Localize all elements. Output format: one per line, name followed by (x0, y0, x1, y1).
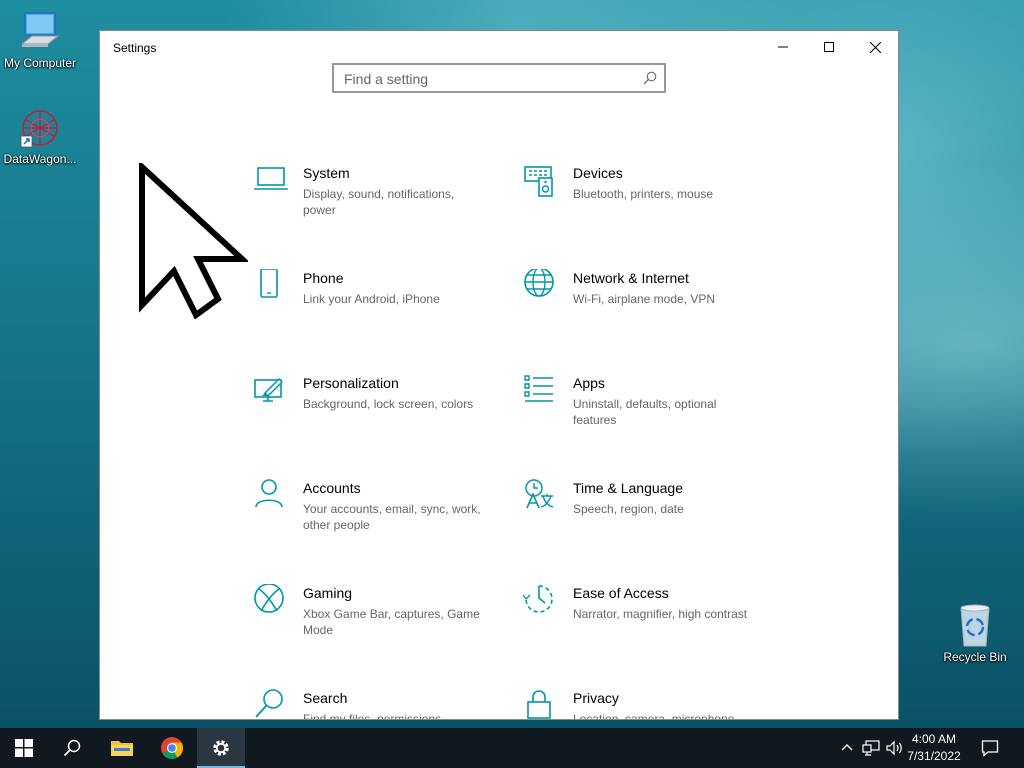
person-icon (255, 479, 283, 508)
close-icon (869, 41, 881, 53)
minimize-button[interactable] (760, 31, 806, 63)
desktop-icon-label: Recycle Bin (943, 650, 1007, 664)
category-accounts[interactable]: Accounts Your accounts, email, sync, wor… (253, 479, 503, 559)
category-name: Accounts (303, 480, 361, 496)
devices-icon (524, 166, 553, 197)
category-desc: Link your Android, iPhone (303, 292, 440, 306)
chrome-icon (161, 737, 183, 759)
search-placeholder: Find a setting (344, 71, 429, 87)
category-desc: Location, camera, microphone (573, 712, 735, 720)
category-name: Privacy (573, 690, 619, 706)
folder-icon (111, 741, 133, 756)
windows-logo-icon (15, 739, 33, 757)
desktop-icon-label: DataWagon... (3, 152, 77, 166)
category-desc: Bluetooth, printers, mouse (573, 187, 714, 201)
time-language-icon (525, 479, 554, 509)
clock-time: 4:00 AM (911, 732, 957, 746)
category-name: Devices (573, 165, 623, 181)
category-desc: Narrator, magnifier, high contrast (573, 607, 748, 621)
category-apps[interactable]: Apps Uninstall, defaults, optional featu… (523, 374, 773, 454)
category-system[interactable]: System Display, sound, notifications, po… (253, 164, 503, 244)
gear-icon (213, 740, 229, 756)
category-name: Ease of Access (573, 585, 669, 601)
action-center-button[interactable] (966, 728, 1014, 768)
title-bar[interactable]: Settings (100, 31, 898, 63)
category-gaming[interactable]: Gaming Xbox Game Bar, captures, Game Mod… (253, 584, 503, 664)
category-time-language[interactable]: Time & Language Speech, region, date (523, 479, 773, 559)
mouse-cursor-icon (139, 163, 248, 319)
category-name: Phone (303, 270, 344, 286)
desktop-icon-label: My Computer (3, 56, 77, 70)
apps-list-icon (524, 375, 553, 402)
volume-icon[interactable] (886, 740, 904, 756)
category-name: Apps (573, 375, 605, 391)
close-button[interactable] (852, 31, 898, 63)
category-name: Personalization (303, 375, 399, 391)
category-devices[interactable]: Devices Bluetooth, printers, mouse (523, 164, 773, 244)
category-search[interactable]: Search Find my files, permissions (253, 689, 503, 720)
recycle-bin-icon (960, 604, 990, 647)
globe-icon (524, 269, 554, 297)
category-desc: Background, lock screen, colors (303, 397, 474, 411)
desktop-icon-datawagon[interactable]: DataWagon... (0, 106, 80, 166)
taskbar-search-button[interactable] (48, 728, 96, 768)
phone-icon (260, 269, 278, 298)
file-explorer-button[interactable] (98, 728, 146, 768)
category-desc: Speech, region, date (573, 502, 684, 516)
settings-window: Settings Find a setting System Display, … (99, 30, 899, 720)
taskbar: 4:00 AM 7/31/2022 (0, 728, 1024, 768)
category-privacy[interactable]: Privacy Location, camera, microphone (523, 689, 773, 720)
search-icon (255, 689, 283, 718)
search-icon (63, 739, 81, 757)
category-desc: Find my files, permissions (303, 712, 442, 720)
search-icon (643, 71, 657, 85)
category-desc: Uninstall, defaults, optional features (573, 397, 717, 427)
system-clock[interactable]: 4:00 AM 7/31/2022 (904, 731, 964, 765)
notification-icon (981, 740, 999, 757)
category-name: Search (303, 690, 348, 706)
search-input[interactable]: Find a setting (332, 63, 666, 93)
lock-icon (527, 690, 551, 719)
minimize-icon (778, 46, 788, 48)
category-phone[interactable]: Phone Link your Android, iPhone (253, 269, 503, 349)
category-ease-of-access[interactable]: Ease of Access Narrator, magnifier, high… (523, 584, 773, 664)
start-button[interactable] (0, 728, 48, 768)
settings-taskbar-button[interactable] (197, 728, 245, 768)
category-desc: Wi-Fi, airplane mode, VPN (573, 292, 716, 306)
desktop-icon-my-computer[interactable]: My Computer (0, 10, 80, 70)
category-name: System (303, 165, 350, 181)
window-title: Settings (113, 41, 157, 55)
computer-icon (20, 12, 60, 47)
category-desc: Xbox Game Bar, captures, Game Mode (303, 607, 480, 637)
datawagon-icon (20, 110, 58, 148)
category-desc: Your accounts, email, sync, work, other … (303, 502, 481, 532)
category-personalization[interactable]: Personalization Background, lock screen,… (253, 374, 503, 454)
maximize-icon (824, 42, 834, 52)
ease-of-access-icon (523, 585, 553, 613)
category-name: Time & Language (573, 480, 683, 496)
xbox-icon (254, 584, 284, 613)
category-name: Gaming (303, 585, 353, 601)
network-icon[interactable] (862, 740, 880, 756)
chevron-up-icon[interactable] (840, 740, 854, 754)
chrome-button[interactable] (148, 728, 196, 768)
desktop-icon-recycle-bin[interactable]: Recycle Bin (935, 602, 1015, 664)
laptop-icon (254, 167, 288, 190)
category-desc: Display, sound, notifications, power (303, 187, 455, 217)
maximize-button[interactable] (806, 31, 852, 63)
category-network[interactable]: Network & Internet Wi-Fi, airplane mode,… (523, 269, 773, 349)
paintbrush-icon (254, 377, 284, 402)
category-name: Network & Internet (573, 270, 689, 286)
clock-date: 7/31/2022 (907, 749, 961, 763)
